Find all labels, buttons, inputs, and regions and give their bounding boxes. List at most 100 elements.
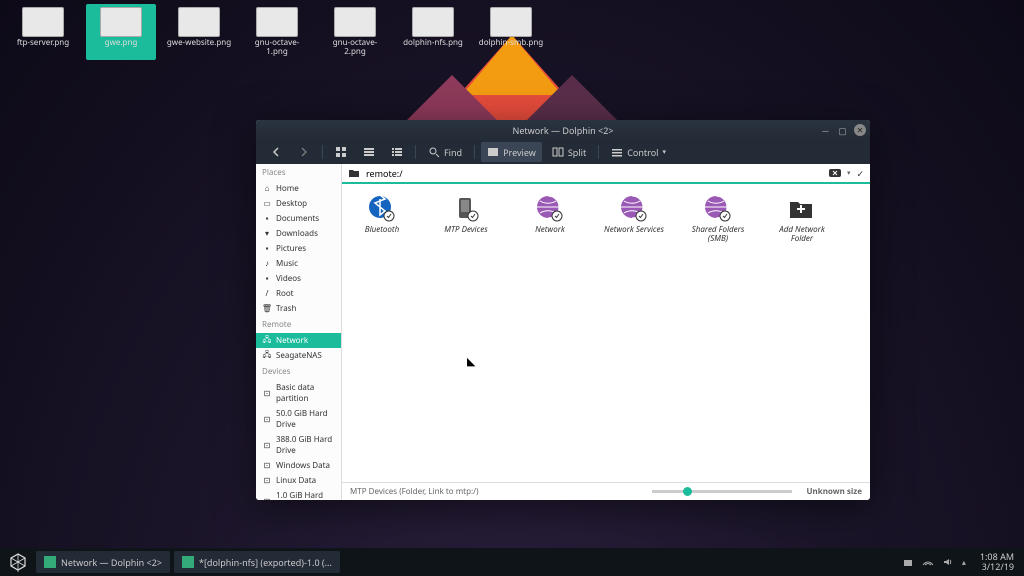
- location-input[interactable]: [366, 167, 823, 180]
- network-item-bluetooth[interactable]: Bluetooth: [350, 194, 414, 244]
- sidebar-item-documents[interactable]: ▪ Documents: [256, 211, 341, 226]
- sidebar-item-linux-data[interactable]: ⊡Linux Data: [256, 473, 341, 488]
- desktop-icon[interactable]: dolphin-nfs.png: [398, 4, 468, 60]
- titlebar[interactable]: Network — Dolphin <2> ─ ▢ ✕: [256, 120, 870, 140]
- find-button[interactable]: Find: [422, 142, 468, 162]
- sidebar-item-home[interactable]: ⌂Home: [256, 181, 341, 196]
- sidebar-item-desktop[interactable]: ▭ Desktop: [256, 196, 341, 211]
- sidebar-item-label: Basic data partition: [276, 382, 335, 404]
- place-icon: ▪: [262, 244, 272, 254]
- place-icon: ▾: [262, 229, 272, 239]
- chevron-down-icon[interactable]: ▾: [847, 169, 851, 178]
- icons-view-button[interactable]: [329, 142, 353, 162]
- forward-button[interactable]: [292, 142, 316, 162]
- thumbnail-icon: [256, 7, 298, 37]
- compact-view-button[interactable]: [357, 142, 381, 162]
- sidebar-item-label: Pictures: [276, 243, 306, 254]
- sidebar-item-label: SeagateNAS: [276, 350, 322, 361]
- location-bar[interactable]: ▾ ✓: [342, 164, 870, 184]
- desktop-icon[interactable]: ftp-server.png: [8, 4, 78, 60]
- status-text: MTP Devices (Folder, Link to mtp:/): [350, 486, 479, 497]
- place-icon: ⊡: [262, 461, 272, 471]
- task-icon: [44, 556, 56, 568]
- maximize-button[interactable]: ▢: [837, 125, 848, 136]
- task-entry[interactable]: Network — Dolphin <2>: [36, 551, 170, 573]
- system-tray: ▴ 1:08 AM 3/12/19: [902, 552, 1020, 572]
- mtp-icon: [451, 194, 481, 224]
- icon-view[interactable]: Bluetooth MTP Devices Network Network Servi…: [342, 184, 870, 482]
- network-item-network-services[interactable]: Network Services: [602, 194, 666, 244]
- sidebar-item-label: Windows Data: [276, 460, 330, 471]
- sidebar-item-videos[interactable]: ▪Videos: [256, 271, 341, 286]
- dolphin-window: Network — Dolphin <2> ─ ▢ ✕ Find Preview…: [256, 120, 870, 500]
- network-item-add-network-folder[interactable]: Add Network Folder: [770, 194, 834, 244]
- icon-label: gnu-octave-1.png: [244, 39, 310, 57]
- place-icon: ⊡: [262, 414, 272, 424]
- place-icon: 🗑: [262, 304, 272, 314]
- remote-header: Remote: [256, 316, 341, 333]
- zoom-slider[interactable]: [652, 490, 792, 493]
- task-entry[interactable]: *[dolphin-nfs] (exported)-1.0 (...: [174, 551, 340, 573]
- place-icon: ⊡: [262, 440, 272, 450]
- cursor-icon: ◣: [467, 354, 475, 369]
- thumbnail-icon: [490, 7, 532, 37]
- sidebar-item-downloads[interactable]: ▾Downloads: [256, 226, 341, 241]
- sidebar-item-label: Root: [276, 288, 294, 299]
- clock[interactable]: 1:08 AM 3/12/19: [974, 552, 1020, 572]
- sidebar-item-network[interactable]: 🖧 Network: [256, 333, 341, 348]
- place-icon: ▭: [262, 199, 272, 209]
- updates-icon[interactable]: [902, 556, 914, 568]
- add-icon: [787, 194, 817, 224]
- sidebar-item-50-0-gib-hard-drive[interactable]: ⊡50.0 GiB Hard Drive: [256, 406, 341, 432]
- go-icon[interactable]: ✓: [856, 167, 864, 180]
- desktop-icon[interactable]: gnu-octave-2.png: [320, 4, 390, 60]
- sidebar-item-music[interactable]: ♪ Music: [256, 256, 341, 271]
- back-button[interactable]: [264, 142, 288, 162]
- place-icon: ♪: [262, 259, 272, 269]
- place-icon: 🖧: [262, 336, 272, 346]
- tray-expand-icon[interactable]: ▴: [962, 557, 966, 568]
- close-button[interactable]: ✕: [854, 124, 866, 136]
- place-icon: ▪: [262, 214, 272, 224]
- network-tray-icon[interactable]: [922, 556, 934, 568]
- network-item-network[interactable]: Network: [518, 194, 582, 244]
- places-header: Places: [256, 164, 341, 181]
- desktop-icon[interactable]: gwe-website.png: [164, 4, 234, 60]
- sidebar-item-388-0-gib-hard-drive[interactable]: ⊡388.0 GiB Hard Drive: [256, 432, 341, 458]
- sidebar-item-windows-data[interactable]: ⊡ Windows Data: [256, 458, 341, 473]
- sidebar-item-seagatenas[interactable]: 🖧SeagateNAS: [256, 348, 341, 363]
- desktop-icon[interactable]: gnu-octave-1.png: [242, 4, 312, 60]
- application-launcher[interactable]: [4, 550, 32, 574]
- sidebar-item-label: Network: [276, 335, 308, 346]
- sidebar-item-pictures[interactable]: ▪ Pictures: [256, 241, 341, 256]
- item-label: Shared Folders (SMB): [686, 226, 750, 244]
- desktop-icon[interactable]: gwe.png: [86, 4, 156, 60]
- icon-label: dolphin-nfs.png: [403, 39, 463, 48]
- desktop-icon[interactable]: dolphin-smb.png: [476, 4, 546, 60]
- clear-icon[interactable]: [829, 167, 841, 179]
- place-icon: /: [262, 289, 272, 299]
- place-icon: ⌂: [262, 184, 272, 194]
- sidebar-item-root[interactable]: / Root: [256, 286, 341, 301]
- sidebar-item-label: Linux Data: [276, 475, 316, 486]
- sidebar-item-1-0-gib-hard-drive[interactable]: ⊡1.0 GiB Hard Drive: [256, 488, 341, 500]
- sidebar-item-trash[interactable]: 🗑Trash: [256, 301, 341, 316]
- preview-button[interactable]: Preview: [481, 142, 542, 162]
- place-icon: ⊡: [262, 388, 272, 398]
- sidebar-item-label: Documents: [276, 213, 319, 224]
- details-view-button[interactable]: [385, 142, 409, 162]
- control-button[interactable]: Control ▾: [605, 142, 672, 162]
- sidebar-item-label: Music: [276, 258, 298, 269]
- network-item-shared-folders-smb-[interactable]: Shared Folders (SMB): [686, 194, 750, 244]
- network-item-mtp-devices[interactable]: MTP Devices: [434, 194, 498, 244]
- sidebar-item-label: Desktop: [276, 198, 307, 209]
- split-button[interactable]: Split: [546, 142, 592, 162]
- thumbnail-icon: [334, 7, 376, 37]
- item-label: Network: [535, 226, 565, 235]
- volume-icon[interactable]: [942, 556, 954, 568]
- bluetooth-icon: [367, 194, 397, 224]
- sidebar-item-basic-data-partition[interactable]: ⊡ Basic data partition: [256, 380, 341, 406]
- place-icon: ⊡: [262, 496, 272, 500]
- item-label: Add Network Folder: [770, 226, 834, 244]
- minimize-button[interactable]: ─: [820, 125, 831, 136]
